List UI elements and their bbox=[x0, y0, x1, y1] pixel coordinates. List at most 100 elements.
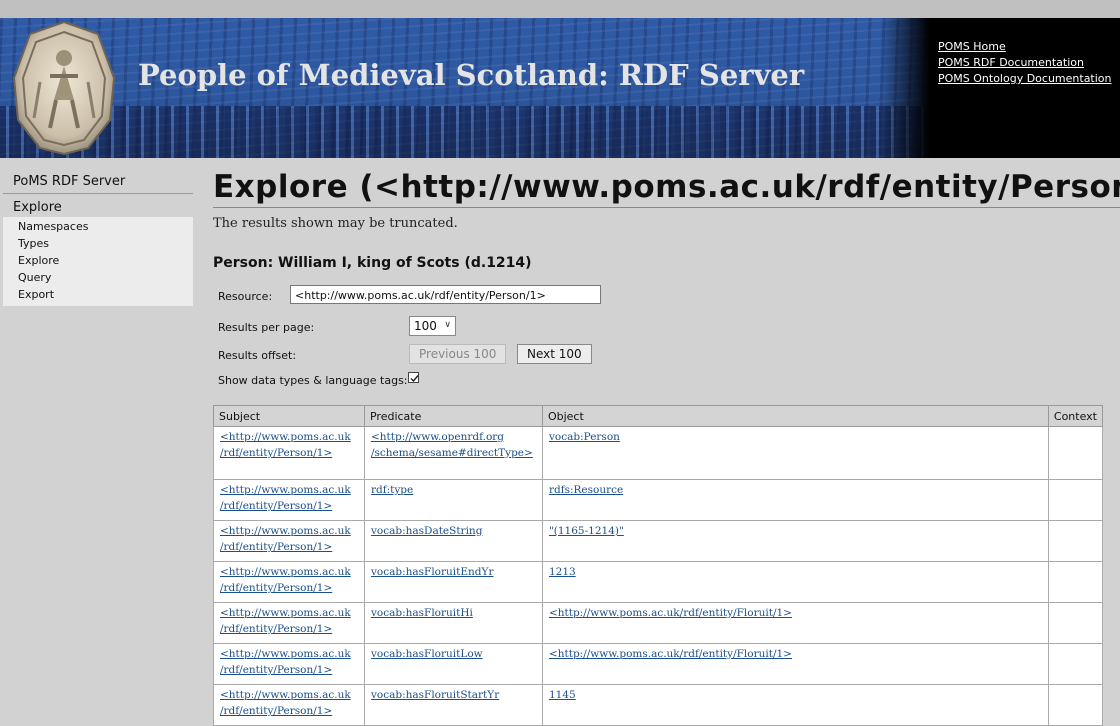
predicate-cell-link[interactable]: vocab:hasFloruitLow bbox=[371, 648, 483, 660]
person-title: Person: William I, king of Scots (d.1214… bbox=[213, 255, 532, 271]
sidebar-item-namespaces[interactable]: Namespaces bbox=[3, 218, 193, 235]
predicate-cell: vocab:hasDateString bbox=[363, 520, 543, 562]
predicate-cell-link[interactable]: vocab:hasFloruitEndYr bbox=[371, 566, 494, 578]
subject-cell-text: <http://www.poms.ac.uk bbox=[220, 689, 351, 701]
context-cell bbox=[1047, 684, 1104, 726]
resource-row: Resource: <http://www.poms.ac.uk/rdf/ent… bbox=[218, 285, 601, 304]
banner-fade bbox=[880, 18, 930, 158]
previous-page-button[interactable]: Previous 100 bbox=[409, 344, 507, 364]
predicate-cell: vocab:hasFloruitEndYr bbox=[363, 561, 543, 603]
subject-cell-link[interactable]: <http://www.poms.ac.uk/rdf/entity/Person… bbox=[220, 607, 351, 635]
object-cell: rdfs:Resource bbox=[541, 479, 1049, 521]
predicate-cell-text: /schema/sesame#directType> bbox=[370, 447, 533, 459]
table-row: <http://www.poms.ac.uk/rdf/entity/Person… bbox=[213, 561, 1104, 603]
results-per-page-value: 100 bbox=[414, 319, 437, 333]
subject-cell: <http://www.poms.ac.uk/rdf/entity/Person… bbox=[213, 561, 365, 603]
object-cell-text: vocab:Person bbox=[548, 431, 620, 443]
table-header-row: Subject Predicate Object Context bbox=[213, 405, 1104, 427]
site-banner: People of Medieval Scotland: RDF Server … bbox=[0, 18, 1120, 158]
column-header-context: Context bbox=[1047, 405, 1104, 427]
object-cell-link[interactable]: 1145 bbox=[549, 689, 576, 701]
sidebar-item-types[interactable]: Types bbox=[3, 235, 193, 252]
object-cell: <http://www.poms.ac.uk/rdf/entity/Florui… bbox=[541, 643, 1049, 685]
subject-cell-text: <http://www.poms.ac.uk bbox=[220, 484, 351, 496]
context-cell bbox=[1047, 561, 1104, 603]
results-per-page-label: Results per page: bbox=[218, 321, 315, 334]
chevron-down-icon: ∨ bbox=[444, 320, 451, 330]
predicate-cell-link[interactable]: <http://www.openrdf.org/schema/sesame#di… bbox=[371, 431, 533, 459]
poms-home-link[interactable]: POMS Home bbox=[938, 39, 1112, 55]
object-cell-text: 1213 bbox=[548, 566, 576, 578]
object-cell-link[interactable]: 1213 bbox=[549, 566, 576, 578]
object-cell-text: <http://www.poms.ac.uk/rdf/entity/Florui… bbox=[548, 607, 792, 619]
subject-cell: <http://www.poms.ac.uk/rdf/entity/Person… bbox=[213, 520, 365, 562]
object-cell: <http://www.poms.ac.uk/rdf/entity/Florui… bbox=[541, 602, 1049, 644]
datatypes-checkbox[interactable] bbox=[408, 372, 419, 383]
context-cell bbox=[1047, 479, 1104, 521]
table-row: <http://www.poms.ac.uk/rdf/entity/Person… bbox=[213, 684, 1104, 726]
sidebar-title: PoMS RDF Server bbox=[3, 168, 193, 194]
subject-cell-text: <http://www.poms.ac.uk bbox=[220, 566, 351, 578]
predicate-cell: vocab:hasFloruitLow bbox=[363, 643, 543, 685]
object-cell: "(1165-1214)" bbox=[541, 520, 1049, 562]
results-table: Subject Predicate Object Context <http:/… bbox=[213, 405, 1104, 726]
poms-rdf-docs-link[interactable]: POMS RDF Documentation bbox=[938, 55, 1112, 71]
subject-cell-link[interactable]: <http://www.poms.ac.uk/rdf/entity/Person… bbox=[220, 648, 351, 676]
predicate-cell-link[interactable]: vocab:hasFloruitStartYr bbox=[371, 689, 499, 701]
sidebar-menu: Namespaces Types Explore Query Export bbox=[3, 217, 193, 306]
subject-cell-text: <http://www.poms.ac.uk bbox=[220, 431, 351, 443]
browser-top-strip bbox=[0, 0, 1120, 18]
results-table-body: <http://www.poms.ac.uk/rdf/entity/Person… bbox=[213, 426, 1104, 726]
resource-input[interactable]: <http://www.poms.ac.uk/rdf/entity/Person… bbox=[290, 285, 601, 304]
top-links: POMS Home POMS RDF Documentation POMS On… bbox=[938, 39, 1112, 87]
datatypes-row: Show data types & language tags: bbox=[218, 372, 419, 387]
predicate-cell-text: vocab:hasFloruitStartYr bbox=[370, 689, 500, 701]
subject-cell-link[interactable]: <http://www.poms.ac.uk/rdf/entity/Person… bbox=[220, 431, 351, 459]
results-per-page-select[interactable]: 100 ∨ bbox=[409, 316, 456, 336]
subject-cell: <http://www.poms.ac.uk/rdf/entity/Person… bbox=[213, 602, 365, 644]
context-cell bbox=[1047, 520, 1104, 562]
main-content: Explore (<http://www.poms.ac.uk/rdf/enti… bbox=[213, 168, 1120, 726]
sidebar-item-query[interactable]: Query bbox=[3, 269, 193, 286]
sidebar-item-export[interactable]: Export bbox=[3, 286, 193, 303]
column-header-predicate: Predicate bbox=[363, 405, 543, 427]
column-header-object: Object bbox=[541, 405, 1049, 427]
object-cell: 1213 bbox=[541, 561, 1049, 603]
sidebar: PoMS RDF Server Explore Namespaces Types… bbox=[3, 168, 193, 306]
predicate-cell-text: vocab:hasFloruitEndYr bbox=[370, 566, 494, 578]
next-page-button[interactable]: Next 100 bbox=[517, 344, 592, 364]
subject-cell-text: <http://www.poms.ac.uk bbox=[220, 525, 351, 537]
subject-cell-link[interactable]: <http://www.poms.ac.uk/rdf/entity/Person… bbox=[220, 566, 351, 594]
checkmark-icon bbox=[410, 375, 419, 383]
subject-cell-link[interactable]: <http://www.poms.ac.uk/rdf/entity/Person… bbox=[220, 484, 351, 512]
object-cell-link[interactable]: vocab:Person bbox=[549, 431, 620, 443]
object-cell-link[interactable]: rdfs:Resource bbox=[549, 484, 623, 496]
subject-cell-text: /rdf/entity/Person/1> bbox=[220, 705, 333, 717]
object-cell-link[interactable]: <http://www.poms.ac.uk/rdf/entity/Florui… bbox=[549, 607, 792, 619]
predicate-cell-text: <http://www.openrdf.org bbox=[370, 431, 505, 443]
predicate-cell-text: vocab:hasFloruitLow bbox=[370, 648, 483, 660]
object-cell-text: <http://www.poms.ac.uk/rdf/entity/Florui… bbox=[548, 648, 792, 660]
predicate-cell-link[interactable]: vocab:hasFloruitHi bbox=[371, 607, 473, 619]
predicate-cell: vocab:hasFloruitHi bbox=[363, 602, 543, 644]
subject-cell-link[interactable]: <http://www.poms.ac.uk/rdf/entity/Person… bbox=[220, 689, 351, 717]
predicate-cell-text: vocab:hasFloruitHi bbox=[370, 607, 473, 619]
object-cell-text: "(1165-1214)" bbox=[548, 525, 624, 537]
subject-cell-link[interactable]: <http://www.poms.ac.uk/rdf/entity/Person… bbox=[220, 525, 351, 553]
page-title: Explore (<http://www.poms.ac.uk/rdf/enti… bbox=[213, 168, 1120, 208]
object-cell-link[interactable]: "(1165-1214)" bbox=[549, 525, 624, 537]
sidebar-section-explore: Explore bbox=[13, 200, 62, 215]
poms-ontology-docs-link[interactable]: POMS Ontology Documentation bbox=[938, 71, 1112, 87]
object-cell-link[interactable]: <http://www.poms.ac.uk/rdf/entity/Florui… bbox=[549, 648, 792, 660]
predicate-cell-link[interactable]: vocab:hasDateString bbox=[371, 525, 482, 537]
medieval-seal-logo bbox=[12, 20, 116, 156]
sidebar-item-explore[interactable]: Explore bbox=[3, 252, 193, 269]
resource-label: Resource: bbox=[218, 290, 273, 303]
column-header-subject: Subject bbox=[213, 405, 365, 427]
predicate-cell-link[interactable]: rdf:type bbox=[371, 484, 413, 496]
subject-cell-text: /rdf/entity/Person/1> bbox=[220, 500, 333, 512]
subject-cell: <http://www.poms.ac.uk/rdf/entity/Person… bbox=[213, 684, 365, 726]
subject-cell-text: <http://www.poms.ac.uk bbox=[220, 607, 351, 619]
subject-cell: <http://www.poms.ac.uk/rdf/entity/Person… bbox=[213, 479, 365, 521]
object-cell: vocab:Person bbox=[541, 426, 1049, 480]
